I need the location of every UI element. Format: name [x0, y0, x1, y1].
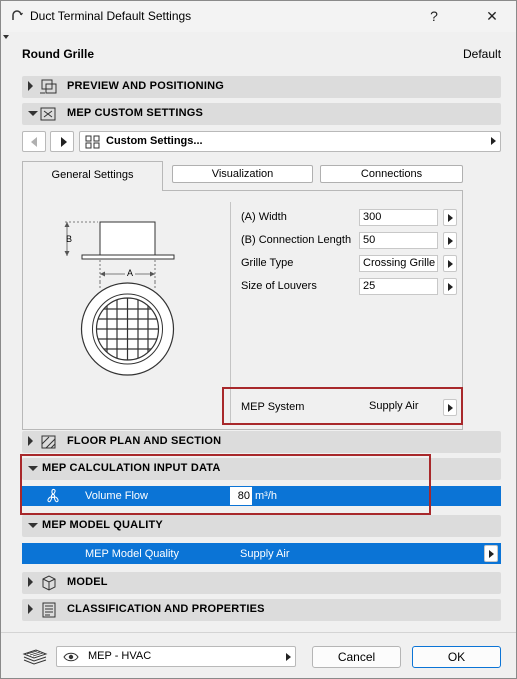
param-label-louver-size: Size of Louvers	[241, 280, 317, 292]
grille-type-arrow-button[interactable]	[443, 255, 457, 272]
param-label-grille-type: Grille Type	[241, 257, 294, 269]
param-label-width: (A) Width	[241, 211, 287, 223]
layers-icon	[22, 649, 48, 665]
grille-type-select[interactable]: Crossing Grille	[359, 255, 438, 272]
connection-length-arrow-button[interactable]	[443, 232, 457, 249]
grille-diagram	[64, 221, 175, 376]
section-title: CLASSIFICATION AND PROPERTIES	[67, 603, 265, 615]
model-quality-arrow-button[interactable]	[484, 545, 498, 562]
tab-visualization[interactable]: Visualization	[172, 165, 313, 183]
floor-plan-icon	[41, 435, 56, 449]
mep-system-value[interactable]: Supply Air	[369, 400, 419, 412]
eye-icon	[63, 652, 79, 662]
section-title: PREVIEW AND POSITIONING	[67, 80, 224, 92]
section-model[interactable]: MODEL	[22, 572, 501, 594]
settings-profile: Default	[463, 47, 502, 61]
collapse-marker-icon	[3, 35, 9, 39]
preview-positioning-icon	[40, 79, 57, 94]
dropdown-arrow-icon	[286, 653, 291, 661]
close-button[interactable]: ✕	[476, 4, 508, 28]
expand-arrow-icon	[28, 577, 33, 587]
collapse-arrow-icon	[28, 523, 38, 528]
model-quality-label: MEP Model Quality	[85, 548, 179, 560]
section-classification[interactable]: CLASSIFICATION AND PROPERTIES	[22, 599, 501, 621]
section-preview-positioning[interactable]: PREVIEW AND POSITIONING	[22, 76, 501, 98]
expand-arrow-icon	[28, 604, 33, 614]
mep-custom-icon	[40, 107, 56, 121]
tab-label: General Settings	[51, 169, 134, 181]
tab-general-settings[interactable]: General Settings	[22, 161, 163, 191]
expand-arrow-icon	[28, 81, 33, 91]
calc-highlight	[20, 454, 431, 515]
next-arrow-icon	[61, 137, 67, 147]
prev-arrow-icon	[31, 137, 37, 147]
dimension-b-label: B	[66, 234, 73, 244]
tab-connections[interactable]: Connections	[320, 165, 463, 183]
width-arrow-button[interactable]	[443, 209, 457, 226]
section-title: MODEL	[67, 576, 108, 588]
help-button[interactable]: ?	[418, 4, 450, 28]
next-button[interactable]	[50, 131, 74, 152]
cancel-button[interactable]: Cancel	[312, 646, 401, 668]
width-input[interactable]: 300	[359, 209, 438, 226]
section-mep-model-quality[interactable]: MEP MODEL QUALITY	[22, 515, 501, 537]
connection-length-input[interactable]: 50	[359, 232, 438, 249]
mep-system-label: MEP System	[241, 401, 305, 413]
collapse-arrow-icon	[28, 111, 38, 116]
section-title: MEP MODEL QUALITY	[42, 519, 163, 531]
mep-system-arrow-button[interactable]	[443, 399, 457, 416]
expand-arrow-icon	[28, 436, 33, 446]
dimension-a-label: A	[125, 268, 136, 278]
model-quality-value: Supply Air	[240, 548, 290, 560]
section-floor-plan[interactable]: FLOOR PLAN AND SECTION	[22, 431, 501, 453]
classification-icon	[42, 602, 56, 618]
section-title: FLOOR PLAN AND SECTION	[67, 435, 222, 447]
custom-settings-dropdown[interactable]: Custom Settings...	[79, 131, 501, 152]
section-mep-custom-settings[interactable]: MEP CUSTOM SETTINGS	[22, 103, 501, 125]
footer-divider	[1, 632, 516, 633]
prev-button[interactable]	[22, 131, 46, 152]
dropdown-arrow-icon	[491, 137, 496, 145]
param-label-connection-length: (B) Connection Length	[241, 234, 352, 246]
section-title: MEP CUSTOM SETTINGS	[67, 107, 204, 119]
custom-settings-label: Custom Settings...	[106, 135, 203, 147]
ok-button[interactable]: OK	[412, 646, 501, 668]
custom-settings-icon	[85, 135, 100, 149]
model-cube-icon	[42, 575, 56, 591]
layer-dropdown[interactable]: MEP - HVAC	[56, 646, 296, 667]
layer-name: MEP - HVAC	[88, 650, 152, 662]
active-tab-joint	[23, 190, 162, 192]
element-name: Round Grille	[22, 47, 94, 61]
louver-size-input[interactable]: 25	[359, 278, 438, 295]
window-title: Duct Terminal Default Settings	[30, 9, 192, 23]
louver-size-arrow-button[interactable]	[443, 278, 457, 295]
duct-terminal-icon	[12, 10, 23, 20]
